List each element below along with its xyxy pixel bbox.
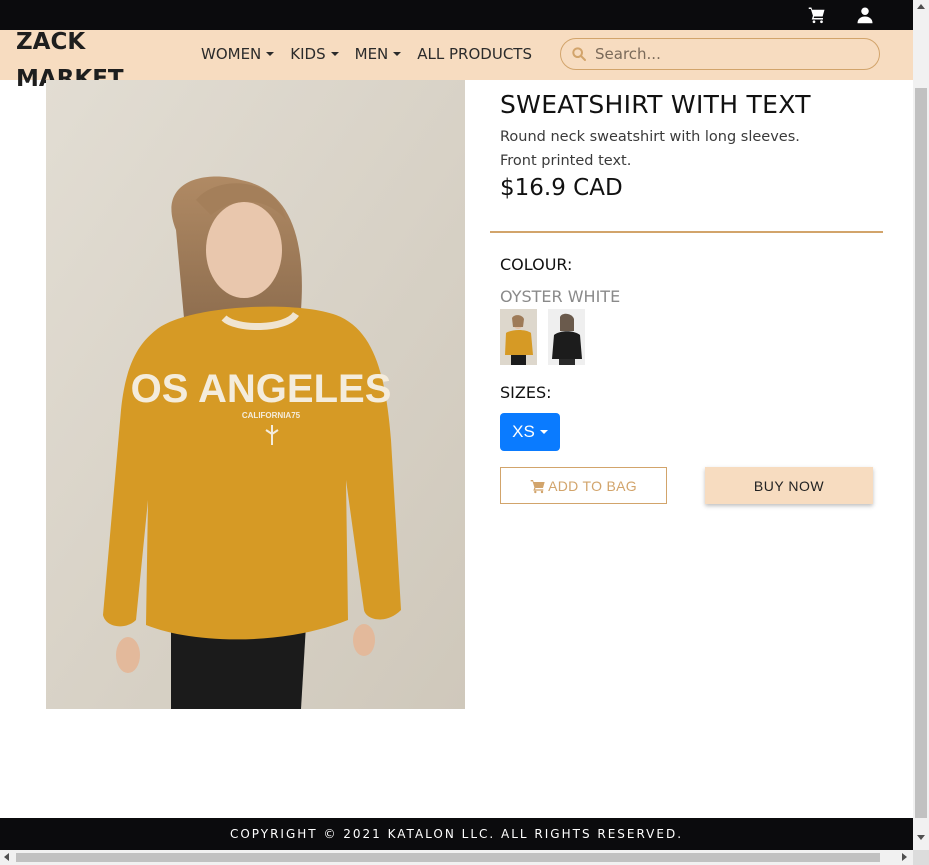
user-icon[interactable] (856, 6, 874, 24)
vertical-scroll-thumb[interactable] (915, 88, 927, 818)
caret-down-icon (539, 430, 548, 434)
buy-now-button[interactable]: BUY NOW (705, 467, 873, 504)
sweatshirt-subprint: CALIFORNIA75 (242, 411, 301, 420)
product-price: $16.9 CAD (500, 175, 623, 201)
size-dropdown[interactable]: XS (500, 413, 560, 451)
nav-item-kids[interactable]: KIDS (290, 45, 339, 63)
footer: COPYRIGHT © 2021 KATALON LLC. ALL RIGHTS… (0, 818, 913, 850)
sweatshirt-print: OS ANGELES (131, 367, 392, 411)
top-bar (0, 0, 913, 30)
main-navbar: ZACK MARKET WOMEN KIDS MEN ALL PRODUCTS (0, 29, 913, 92)
colour-swatch-mustard[interactable] (500, 309, 537, 365)
colour-label: COLOUR: (500, 255, 573, 274)
product-details: SWEATSHIRT WITH TEXT Round neck sweatshi… (500, 90, 883, 201)
nav-menu: WOMEN KIDS MEN ALL PRODUCTS (201, 45, 548, 63)
vertical-scrollbar[interactable] (913, 0, 929, 850)
selected-size: XS (512, 422, 535, 441)
product-image: OS ANGELES CALIFORNIA75 (46, 80, 465, 709)
nav-item-label: WOMEN (201, 45, 262, 63)
nav-item-women[interactable]: WOMEN (201, 45, 275, 63)
nav-item-label: ALL PRODUCTS (417, 45, 532, 63)
scroll-down-icon[interactable] (917, 835, 925, 840)
search-input[interactable] (595, 45, 865, 63)
product-description: Round neck sweatshirt with long sleeves.… (500, 129, 800, 169)
caret-down-icon (330, 52, 339, 56)
buy-now-label: BUY NOW (753, 477, 825, 494)
search-icon (572, 47, 586, 61)
horizontal-scrollbar[interactable] (0, 850, 913, 865)
nav-item-men[interactable]: MEN (355, 45, 402, 63)
scroll-right-icon[interactable] (902, 853, 907, 861)
add-to-bag-button[interactable]: ADD TO BAG (500, 467, 667, 504)
horizontal-scroll-thumb[interactable] (16, 853, 880, 862)
search-box[interactable] (560, 38, 880, 70)
nav-item-label: MEN (354, 45, 389, 63)
scroll-left-icon[interactable] (4, 853, 9, 861)
add-to-bag-label: ADD TO BAG (548, 477, 637, 494)
nav-item-all-products[interactable]: ALL PRODUCTS (417, 45, 532, 63)
colour-swatch-black[interactable] (548, 309, 585, 365)
caret-down-icon (393, 52, 402, 56)
cart-icon (530, 479, 545, 493)
nav-item-label: KIDS (290, 45, 326, 63)
caret-down-icon (266, 52, 275, 56)
scrollbar-corner (913, 850, 929, 865)
sizes-label: SIZES: (500, 383, 552, 402)
cart-icon[interactable] (808, 6, 826, 24)
copyright-text: COPYRIGHT © 2021 KATALON LLC. ALL RIGHTS… (229, 827, 684, 841)
colour-value: OYSTER WHITE (500, 287, 621, 306)
scroll-up-icon[interactable] (917, 4, 925, 9)
product-title: SWEATSHIRT WITH TEXT (500, 90, 811, 119)
details-divider (490, 231, 883, 233)
